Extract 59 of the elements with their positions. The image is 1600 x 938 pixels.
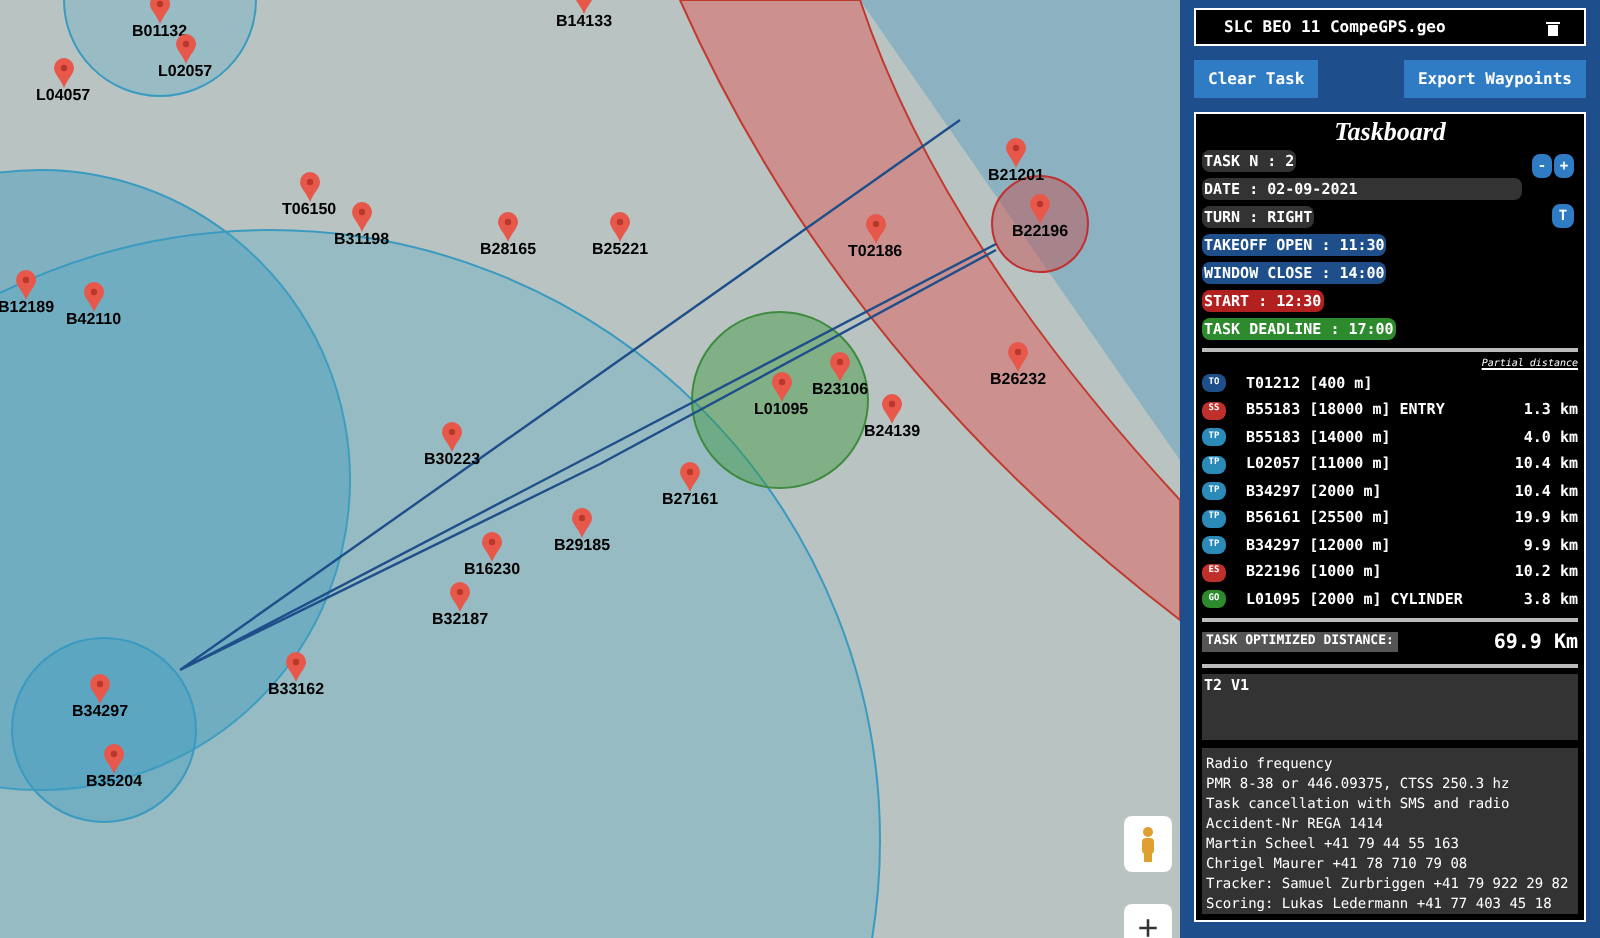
map-pin-icon[interactable] (83, 282, 104, 312)
map-pin-icon[interactable] (450, 582, 471, 612)
street-view-button[interactable] (1124, 816, 1172, 872)
waypoint-label: B26232 (990, 372, 1047, 388)
zoom-in-button[interactable]: + (1124, 904, 1172, 938)
export-waypoints-button[interactable]: Export Waypoints (1403, 60, 1586, 98)
map-pin-icon[interactable] (175, 34, 196, 64)
waypoint-label: B28165 (480, 242, 537, 258)
map-pin-icon[interactable] (572, 508, 593, 538)
waypoint-label: B23106 (812, 382, 869, 398)
waypoint-label: B22196 (1012, 224, 1069, 240)
waypoint-label: B29185 (554, 538, 611, 554)
waypoint-label: B31198 (334, 232, 390, 248)
waypoint-label: B14133 (556, 14, 613, 30)
waypoint-label: B32187 (432, 612, 489, 628)
file-name: SLC BEO 11 CompeGPS.geo (1224, 15, 1446, 39)
map-pin-icon[interactable] (351, 202, 372, 232)
waypoint-label: B33162 (268, 682, 325, 698)
map-pin-icon[interactable] (149, 0, 170, 24)
map-pin-icon[interactable] (299, 172, 320, 202)
waypoint-label: B24139 (864, 424, 921, 440)
map-pin-icon[interactable] (16, 270, 37, 300)
file-row[interactable]: SLC BEO 11 CompeGPS.geo (1194, 8, 1586, 46)
waypoint-label: B01132 (132, 24, 188, 40)
clear-task-button[interactable]: Clear Task (1194, 60, 1319, 98)
waypoint-label: T06150 (282, 202, 337, 218)
map-pin-icon[interactable] (1008, 342, 1029, 372)
person-icon (1138, 826, 1158, 862)
map-pin-icon[interactable] (1030, 194, 1051, 224)
waypoint-label: L04057 (36, 88, 91, 104)
map-pin-icon[interactable] (498, 212, 519, 242)
map-pin-icon[interactable] (680, 462, 701, 492)
waypoint-label: B16230 (464, 562, 521, 578)
waypoint-label: L01095 (754, 402, 809, 418)
waypoint-label: B35204 (86, 774, 143, 790)
map-pin-icon[interactable] (1006, 138, 1027, 168)
notes-field[interactable] (1202, 747, 1578, 914)
taskboard-title: Taskboard (1332, 114, 1448, 150)
map-pin-icon[interactable] (830, 352, 851, 382)
trash-icon[interactable] (1546, 19, 1560, 35)
map-pin-icon[interactable] (882, 394, 903, 424)
waypoint-label: T02186 (848, 244, 903, 260)
map-pin-icon[interactable] (865, 214, 886, 244)
optimized-distance-value: 69.9 Km (1493, 629, 1578, 657)
map-pin-icon[interactable] (771, 372, 792, 402)
waypoint-label: B27161 (662, 492, 719, 508)
waypoint-label: B34297 (72, 704, 129, 720)
waypoint-label: B42110 (66, 312, 122, 328)
map-pin-icon[interactable] (610, 212, 631, 242)
waypoint-label: B21201 (988, 168, 1045, 184)
map-pin-icon[interactable] (482, 532, 503, 562)
waypoint-label: B30223 (424, 452, 481, 468)
map-pin-icon[interactable] (104, 744, 125, 774)
waypoint-label: B25221 (592, 242, 649, 258)
map-pin-icon[interactable] (90, 674, 111, 704)
waypoint-label: L02057 (158, 64, 213, 80)
map-pin-icon[interactable] (53, 58, 74, 88)
map-pin-icon[interactable] (286, 652, 307, 682)
map-pin-icon[interactable] (442, 422, 463, 452)
